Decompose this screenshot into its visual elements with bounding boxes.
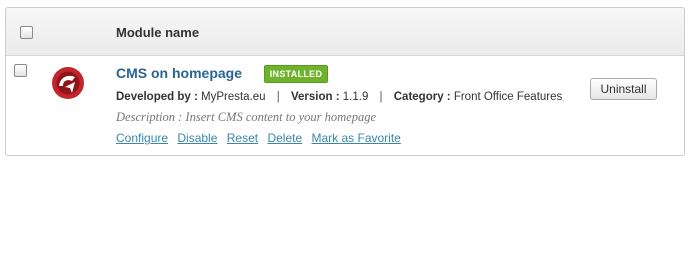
- developer-value: MyPresta.eu: [201, 91, 266, 103]
- version-label: Version :: [290, 91, 340, 103]
- uninstall-button[interactable]: Uninstall: [590, 78, 657, 100]
- module-title-link[interactable]: CMS on homepage: [116, 65, 242, 81]
- module-description: Description : Insert CMS content to your…: [116, 110, 377, 124]
- select-all-checkbox[interactable]: [20, 26, 33, 39]
- category-label: Category :: [393, 91, 451, 103]
- category-value: Front Office Features: [453, 91, 563, 103]
- mark-as-favorite-link[interactable]: Mark as Favorite: [311, 131, 400, 145]
- configure-link[interactable]: Configure: [116, 131, 168, 145]
- module-actions: Configure Disable Reset Delete Mark as F…: [116, 131, 407, 145]
- version-value: 1.1.9: [342, 91, 369, 103]
- meta-separator: |: [276, 91, 280, 103]
- modules-table: Module name CMS on homepage INSTALLED De…: [5, 7, 685, 156]
- module-meta: Developed by : MyPresta.eu | Version : 1…: [116, 91, 562, 103]
- developer-label: Developed by :: [116, 91, 198, 103]
- disable-link[interactable]: Disable: [177, 131, 217, 145]
- meta-separator: |: [379, 91, 383, 103]
- mypresta-logo-icon: [52, 67, 84, 99]
- table-header: Module name: [6, 8, 684, 56]
- reset-link[interactable]: Reset: [227, 131, 258, 145]
- row-select-checkbox[interactable]: [14, 64, 27, 77]
- delete-link[interactable]: Delete: [267, 131, 302, 145]
- module-name-column-header: Module name: [116, 25, 200, 40]
- installed-status-badge: INSTALLED: [264, 65, 328, 83]
